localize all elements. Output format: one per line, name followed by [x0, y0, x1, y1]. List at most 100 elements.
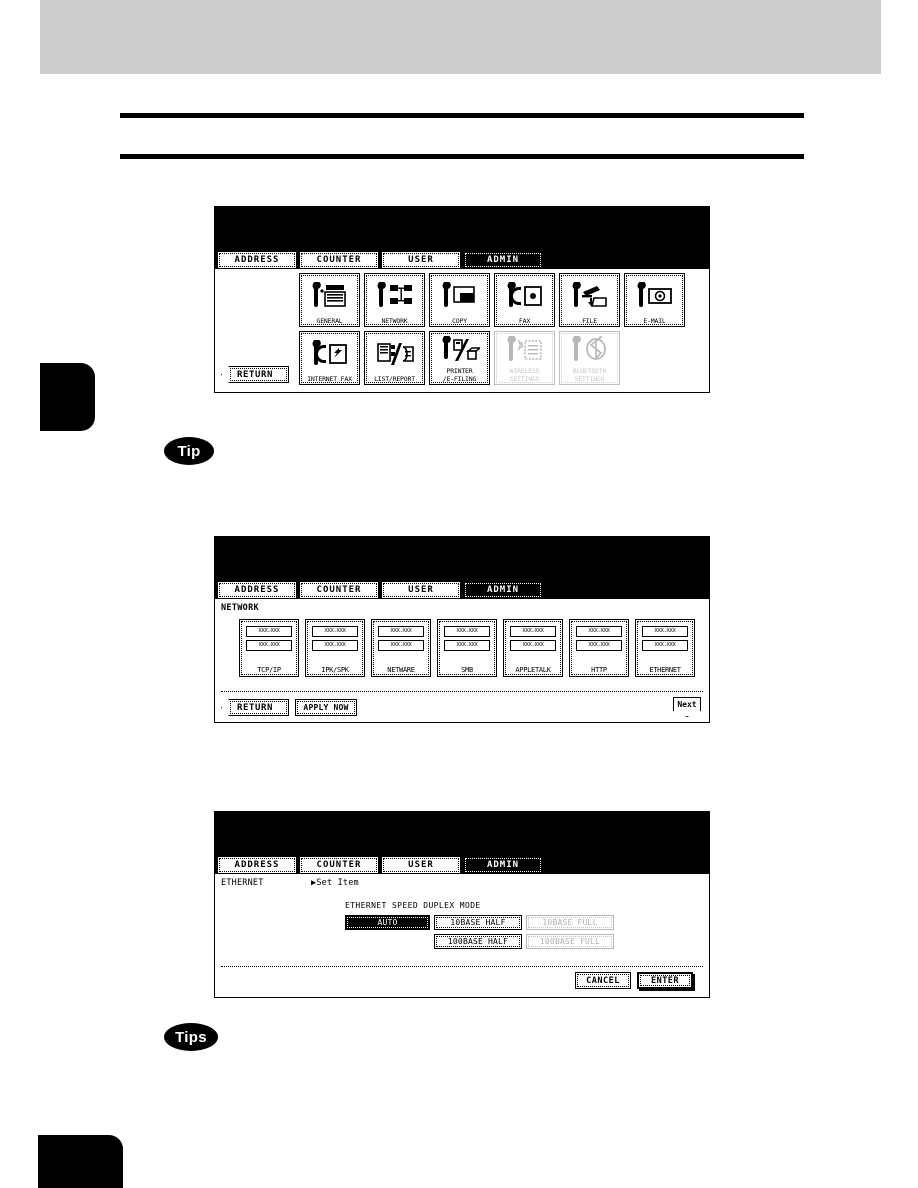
wrench-printer-efiling-icon: [430, 332, 489, 368]
tab-bar: ADDRESS COUNTER USER ADMIN: [215, 581, 709, 601]
admin-button-label: COPY: [452, 316, 467, 325]
placeholder-rows: XXX.XXX XXX.XXX: [510, 626, 556, 651]
tips-badge: Tips: [164, 1023, 218, 1051]
list-report-icon: [365, 332, 424, 376]
network-button-label: HTTP: [591, 666, 607, 674]
network-button-label: APPLETALK: [515, 666, 551, 674]
placeholder-row: XXX.XXX: [312, 640, 358, 651]
wrench-file-icon: [560, 274, 619, 318]
placeholder-rows: XXX.XXX XXX.XXX: [444, 626, 490, 651]
admin-button-file[interactable]: FILE: [559, 273, 620, 327]
admin-button-label: NETWORK: [381, 316, 408, 325]
placeholder-row: XXX.XXX: [576, 640, 622, 651]
admin-button-label: PRINTER /E-FILING: [442, 367, 477, 383]
dialog-action-buttons: CANCEL ENTER: [575, 972, 693, 989]
admin-button-fax[interactable]: FAX: [494, 273, 555, 327]
placeholder-row: XXX.XXX: [444, 626, 490, 637]
tab-counter[interactable]: COUNTER: [299, 251, 379, 269]
footer-divider: [221, 691, 703, 692]
admin-function-row-2: INTERNET FAX LIST/REPORT PRINTER /E-FILI…: [299, 331, 707, 385]
next-page-button[interactable]: Next: [673, 697, 701, 717]
tab-address[interactable]: ADDRESS: [217, 581, 297, 599]
tab-admin[interactable]: ADMIN: [463, 856, 543, 874]
placeholder-row: XXX.XXX: [510, 640, 556, 651]
duplex-option-label: 100BASE FULL: [539, 937, 601, 946]
network-button-appletalk[interactable]: XXX.XXX XXX.XXX APPLETALK: [503, 619, 563, 677]
network-button-smb[interactable]: XXX.XXX XXX.XXX SMB: [437, 619, 497, 677]
placeholder-row: XXX.XXX: [444, 640, 490, 651]
duplex-option-100base-half[interactable]: 100BASE HALF: [434, 934, 522, 949]
admin-button-copy[interactable]: COPY: [429, 273, 490, 327]
duplex-option-auto[interactable]: AUTO: [345, 915, 430, 930]
panel-body: NETWORK XXX.XXX XXX.XXX TCP/IP XXX.XXX X…: [215, 599, 709, 722]
admin-function-grid: GENERAL NETWORK COPY FAX FILE E-MAIL INT…: [299, 273, 707, 389]
cancel-button[interactable]: CANCEL: [575, 972, 631, 989]
placeholder-row: XXX.XXX: [576, 626, 622, 637]
admin-button-general[interactable]: GENERAL: [299, 273, 360, 327]
placeholder-row: XXX.XXX: [246, 626, 292, 637]
next-button-label: Next: [677, 700, 697, 709]
network-button-tcpip[interactable]: XXX.XXX XXX.XXX TCP/IP: [239, 619, 299, 677]
admin-function-row-1: GENERAL NETWORK COPY FAX FILE E-MAIL: [299, 273, 707, 327]
return-button[interactable]: RETURN: [221, 699, 289, 716]
wrench-wireless-icon: [495, 332, 554, 368]
tab-bar: ADDRESS COUNTER USER ADMIN: [215, 856, 709, 876]
duplex-option-10base-full: 10BASE FULL: [526, 915, 614, 930]
network-button-ethernet[interactable]: XXX.XXX XXX.XXX ETHERNET: [635, 619, 695, 677]
network-button-ipk-spk[interactable]: XXX.XXX XXX.XXX IPK/SPK: [305, 619, 365, 677]
network-button-label: TCP/IP: [257, 666, 281, 674]
return-button-label: RETURN: [236, 702, 274, 713]
tab-counter[interactable]: COUNTER: [299, 856, 379, 874]
wrench-network-icon: [365, 274, 424, 318]
return-button[interactable]: RETURN: [221, 366, 289, 383]
page-header-band: [40, 0, 881, 74]
admin-button-printer-efiling[interactable]: PRINTER /E-FILING: [429, 331, 490, 385]
tab-admin[interactable]: ADMIN: [463, 581, 543, 599]
duplex-option-10base-half[interactable]: 10BASE HALF: [434, 915, 522, 930]
tab-admin[interactable]: ADMIN: [463, 251, 543, 269]
enter-button[interactable]: ENTER: [637, 972, 693, 989]
tab-address[interactable]: ADDRESS: [217, 856, 297, 874]
chapter-thumb-tab: [40, 363, 95, 431]
apply-now-label: APPLY NOW: [303, 703, 349, 712]
admin-button-internet-fax[interactable]: INTERNET FAX: [299, 331, 360, 385]
placeholder-row: XXX.XXX: [378, 626, 424, 637]
tab-address[interactable]: ADDRESS: [217, 251, 297, 269]
admin-button-wireless-settings: WIRELESS SETTINGS: [494, 331, 555, 385]
duplex-option-label: 100BASE HALF: [447, 937, 509, 946]
tip-badge: Tip: [164, 437, 214, 465]
network-button-netware[interactable]: XXX.XXX XXX.XXX NETWARE: [371, 619, 431, 677]
lcd-panel-ethernet-settings: ADDRESS COUNTER USER ADMIN ETHERNET ▶Set…: [214, 811, 710, 998]
tab-counter[interactable]: COUNTER: [299, 581, 379, 599]
header-rule-top: [120, 113, 804, 118]
lcd-panel-admin-menu: ADDRESS COUNTER USER ADMIN GENERAL NETWO…: [214, 206, 710, 393]
placeholder-row: XXX.XXX: [246, 640, 292, 651]
tab-user[interactable]: USER: [381, 856, 461, 874]
page-number-tab: [38, 1135, 123, 1188]
apply-now-button[interactable]: APPLY NOW: [295, 699, 357, 716]
admin-button-label: E-MAIL: [643, 316, 666, 325]
ethernet-section-title: ETHERNET: [221, 878, 264, 888]
wrench-copy-icon: [430, 274, 489, 318]
admin-button-list-report[interactable]: LIST/REPORT: [364, 331, 425, 385]
set-item-label: ▶Set Item: [311, 878, 359, 888]
wrench-internetfax-icon: [300, 332, 359, 376]
admin-button-label: BLUETOOTH SETTINGS: [572, 367, 607, 383]
duplex-option-100base-full: 100BASE FULL: [526, 934, 614, 949]
network-button-http[interactable]: XXX.XXX XXX.XXX HTTP: [569, 619, 629, 677]
network-protocol-grid: XXX.XXX XXX.XXX TCP/IP XXX.XXX XXX.XXX I…: [239, 619, 695, 677]
placeholder-rows: XXX.XXX XXX.XXX: [312, 626, 358, 651]
wrench-copier-icon: [300, 274, 359, 318]
tab-user[interactable]: USER: [381, 581, 461, 599]
network-button-label: ETHERNET: [649, 666, 681, 674]
placeholder-rows: XXX.XXX XXX.XXX: [576, 626, 622, 651]
admin-button-email[interactable]: E-MAIL: [624, 273, 685, 327]
placeholder-row: XXX.XXX: [378, 640, 424, 651]
placeholder-row: XXX.XXX: [642, 640, 688, 651]
tab-user[interactable]: USER: [381, 251, 461, 269]
duplex-option-label: 10BASE HALF: [450, 918, 506, 927]
admin-button-label: FILE: [582, 316, 597, 325]
admin-button-network[interactable]: NETWORK: [364, 273, 425, 327]
placeholder-rows: XXX.XXX XXX.XXX: [378, 626, 424, 651]
lcd-panel-network-menu: ADDRESS COUNTER USER ADMIN NETWORK XXX.X…: [214, 536, 710, 723]
